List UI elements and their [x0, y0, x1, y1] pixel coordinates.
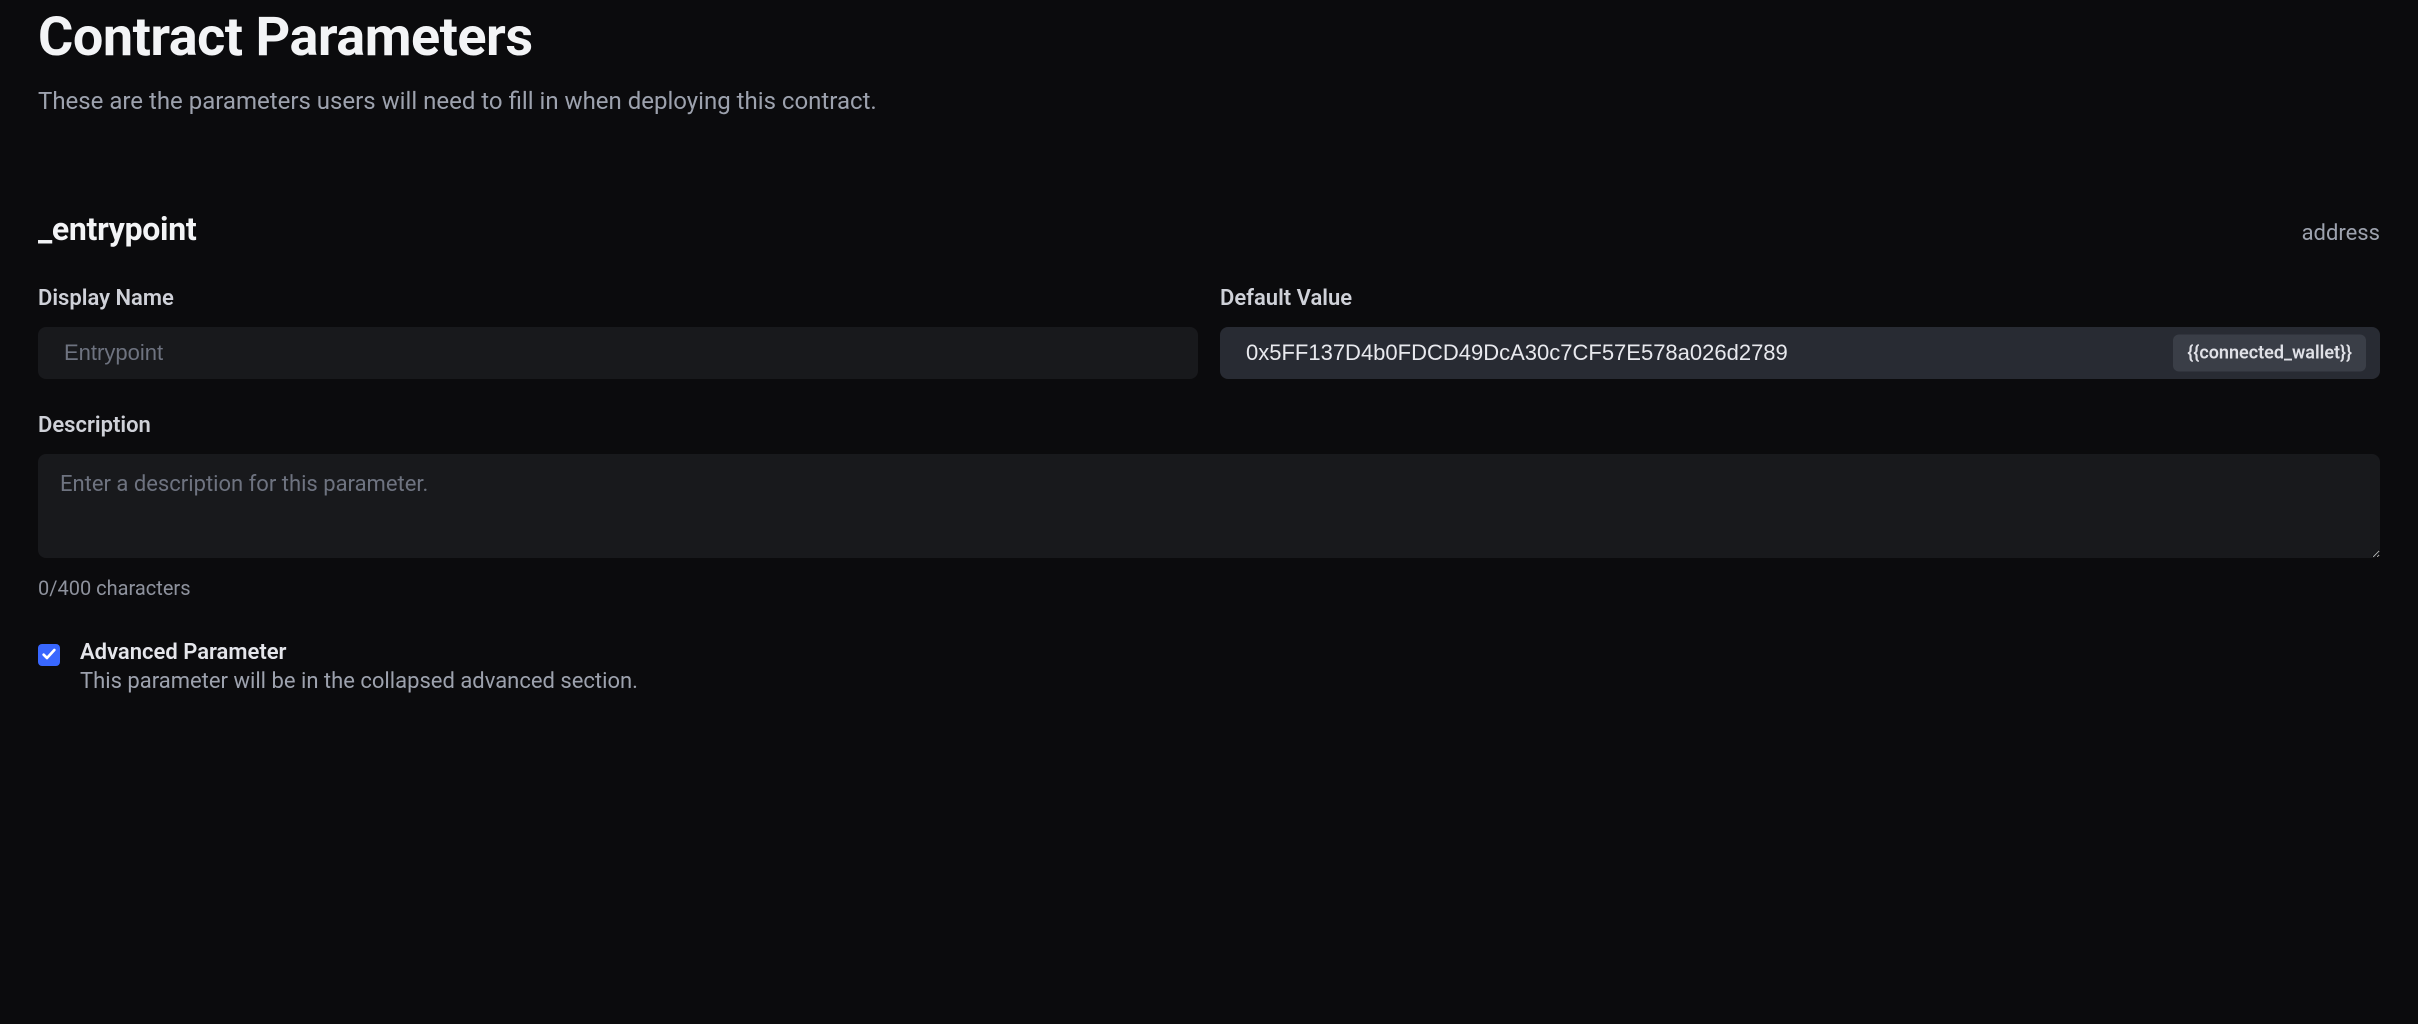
page-title: Contract Parameters: [38, 6, 2380, 69]
advanced-parameter-subtitle: This parameter will be in the collapsed …: [80, 669, 638, 694]
description-char-count: 0/400 characters: [38, 576, 2380, 600]
advanced-parameter-checkbox[interactable]: [38, 644, 60, 666]
advanced-parameter-title: Advanced Parameter: [80, 640, 638, 665]
default-value-label: Default Value: [1220, 286, 2380, 311]
connected-wallet-token-chip[interactable]: {{connected_wallet}}: [2173, 335, 2366, 372]
parameter-identifier: _entrypoint: [38, 210, 196, 248]
parameter-type-label: address: [2302, 221, 2380, 246]
display-name-label: Display Name: [38, 286, 1198, 311]
parameter-header: _entrypoint address: [38, 210, 2380, 248]
description-label: Description: [38, 413, 2380, 438]
parameter-block: _entrypoint address Display Name Default…: [38, 210, 2380, 694]
description-textarea[interactable]: [38, 454, 2380, 558]
check-icon: [41, 646, 57, 665]
page-subtitle: These are the parameters users will need…: [38, 87, 2380, 115]
display-name-input[interactable]: [38, 327, 1198, 379]
